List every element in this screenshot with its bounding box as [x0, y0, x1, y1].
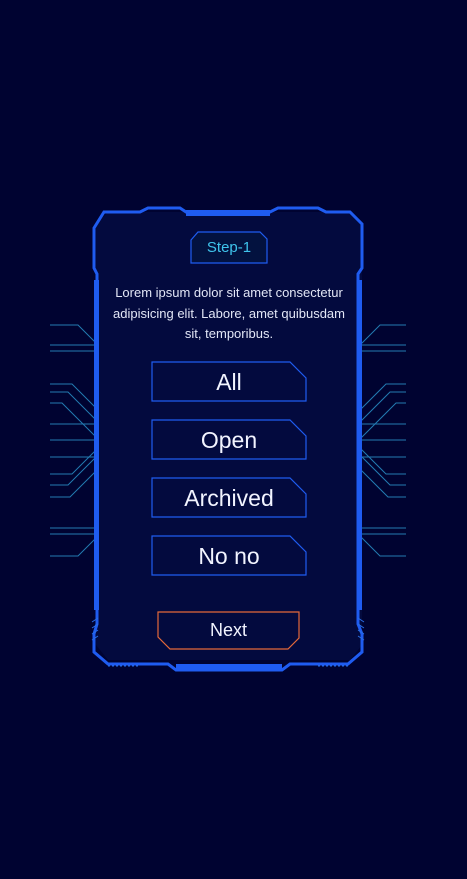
option-all-button[interactable]: All [152, 362, 306, 402]
option-archived-button[interactable]: Archived [152, 478, 306, 518]
option-no-no-button[interactable]: No no [152, 536, 306, 576]
option-open-button[interactable]: Open [152, 420, 306, 460]
next-button[interactable]: Next [158, 612, 299, 649]
description-text: Lorem ipsum dolor sit amet consectetur a… [113, 285, 345, 341]
step-label: Step-1 [206, 239, 252, 256]
